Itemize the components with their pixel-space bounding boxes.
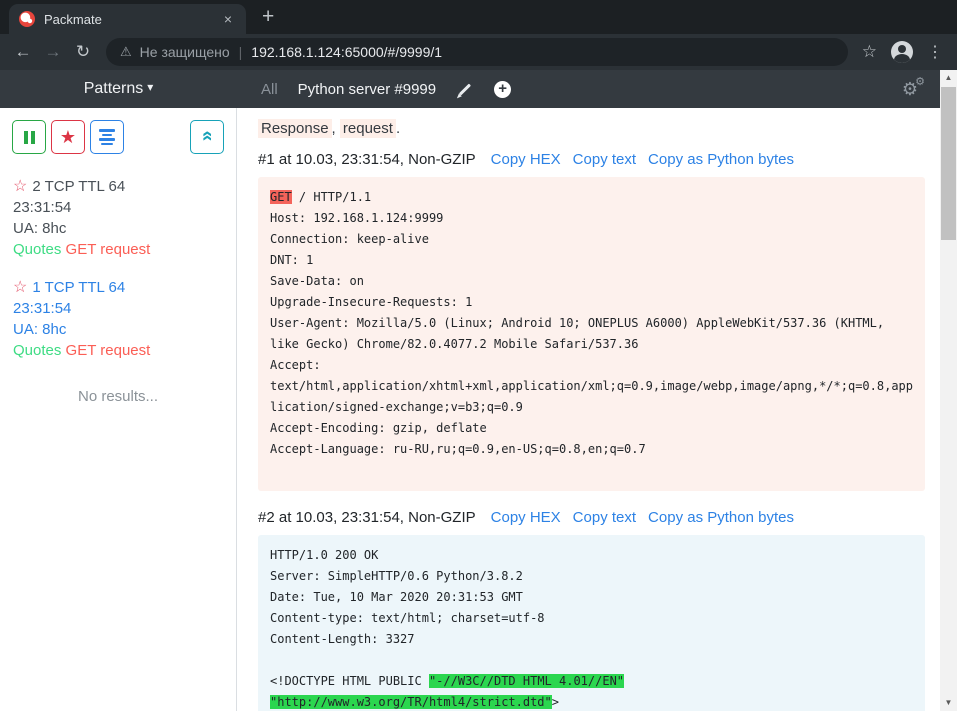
tab-title: Packmate: [44, 12, 220, 27]
packet-list: ☆ 2 TCP TTL 64 23:31:54 UA: 8hc Quotes GE…: [0, 176, 236, 407]
match-label-green: Quotes: [13, 342, 61, 359]
forward-icon: →: [38, 42, 68, 62]
patterns-dropdown[interactable]: Patterns ▾: [0, 80, 237, 98]
copy-python-bytes-link[interactable]: Copy as Python bytes: [648, 151, 794, 168]
sidebar-toolbar: ★ »: [0, 120, 236, 154]
match-label-red: GET request: [66, 342, 151, 359]
packet-list-item[interactable]: ☆ 2 TCP TTL 64 23:31:54 UA: 8hc Quotes GE…: [13, 176, 223, 260]
collapse-sidebar-button[interactable]: »: [190, 120, 224, 154]
copy-text-link[interactable]: Copy text: [573, 509, 636, 526]
match-label-red: GET request: [66, 241, 151, 258]
app-header: Patterns ▾ All Python server #9999 + ⚙⚙: [0, 70, 940, 108]
response-payload[interactable]: HTTP/1.0 200 OKServer: SimpleHTTP/0.6 Py…: [258, 535, 925, 711]
match-label-green: Quotes: [13, 241, 61, 258]
url-box[interactable]: ⚠ Не защищено | 192.168.1.124:65000/#/99…: [106, 38, 848, 66]
back-icon[interactable]: ←: [8, 42, 38, 62]
copy-python-bytes-link[interactable]: Copy as Python bytes: [648, 509, 794, 526]
tab-all[interactable]: All: [261, 81, 278, 98]
chevron-down-icon: ▾: [147, 80, 153, 98]
browser-tab[interactable]: Packmate ×: [9, 4, 246, 34]
settings-gears-icon[interactable]: ⚙⚙: [902, 79, 918, 100]
copy-text-link[interactable]: Copy text: [573, 151, 636, 168]
packet-time: 23:31:54: [13, 197, 223, 218]
list-view-button[interactable]: [90, 120, 124, 154]
packet-list-item[interactable]: ☆ 1 TCP TTL 64 23:31:54 UA: 8hc Quotes GE…: [13, 277, 223, 361]
matched-patterns-line: Response, request.: [258, 120, 925, 137]
edit-pencil-icon[interactable]: [459, 83, 471, 95]
star-outline-icon[interactable]: ☆: [13, 279, 27, 296]
packet-ua: UA: 8hc: [13, 218, 223, 239]
browser-menu-icon[interactable]: ⋮: [927, 42, 943, 62]
packet-time: 23:31:54: [13, 298, 223, 319]
packet-ua: UA: 8hc: [13, 319, 223, 340]
not-secure-warning-icon[interactable]: ⚠: [120, 44, 132, 60]
app-body: ★ » ☆ 2 TCP TTL 64 23:31:54 UA: 8hc Quote…: [0, 108, 940, 711]
reload-icon[interactable]: ↻: [68, 42, 98, 62]
page-scrollbar[interactable]: ▲ ▼: [940, 70, 957, 711]
tab-current-pattern[interactable]: Python server #9999: [298, 81, 436, 98]
packet-meta: #1 at 10.03, 23:31:54, Non-GZIP: [258, 151, 476, 168]
star-icon: ★: [60, 127, 76, 148]
close-tab-icon[interactable]: ×: [220, 11, 236, 27]
url-separator: |: [239, 44, 243, 60]
packet-meta: #2 at 10.03, 23:31:54, Non-GZIP: [258, 509, 476, 526]
copy-hex-link[interactable]: Copy HEX: [491, 151, 561, 168]
packet-block-response: #2 at 10.03, 23:31:54, Non-GZIP Copy HEX C…: [258, 509, 925, 711]
url-text[interactable]: 192.168.1.124:65000/#/9999/1: [251, 44, 442, 60]
bookmark-star-icon[interactable]: ☆: [862, 42, 877, 62]
copy-hex-link[interactable]: Copy HEX: [491, 509, 561, 526]
favorites-filter-button[interactable]: ★: [51, 120, 85, 154]
scrollbar-thumb[interactable]: [941, 87, 956, 240]
packmate-favicon-icon: [19, 11, 35, 27]
chevrons-up-icon: »: [196, 131, 218, 142]
packet-title: 2 TCP TTL 64: [32, 178, 125, 195]
request-payload[interactable]: GET / HTTP/1.1Host: 192.168.1.124:9999Co…: [258, 177, 925, 491]
add-pattern-icon[interactable]: +: [494, 81, 511, 98]
patterns-label: Patterns: [84, 80, 144, 98]
page-viewport: Patterns ▾ All Python server #9999 + ⚙⚙ …: [0, 70, 957, 711]
sidebar: ★ » ☆ 2 TCP TTL 64 23:31:54 UA: 8hc Quote…: [0, 108, 237, 711]
packet-header: #1 at 10.03, 23:31:54, Non-GZIP Copy HEX C…: [258, 151, 925, 168]
pause-capture-button[interactable]: [12, 120, 46, 154]
address-bar: ← → ↻ ⚠ Не защищено | 192.168.1.124:6500…: [0, 34, 957, 70]
scroll-down-icon[interactable]: ▼: [940, 695, 957, 711]
no-results-label: No results...: [13, 386, 223, 407]
packet-block-request: #1 at 10.03, 23:31:54, Non-GZIP Copy HEX C…: [258, 151, 925, 491]
star-outline-icon[interactable]: ☆: [13, 178, 27, 195]
browser-tab-strip: Packmate × +: [0, 0, 957, 34]
stream-content: Response, request. #1 at 10.03, 23:31:54…: [237, 108, 940, 711]
not-secure-label[interactable]: Не защищено: [140, 44, 230, 60]
packet-title: 1 TCP TTL 64: [32, 279, 125, 296]
browser-window: Packmate × + ← → ↻ ⚠ Не защищено | 192.1…: [0, 0, 957, 711]
new-tab-button[interactable]: +: [262, 5, 274, 29]
packet-header: #2 at 10.03, 23:31:54, Non-GZIP Copy HEX C…: [258, 509, 925, 526]
profile-avatar-icon[interactable]: [891, 41, 913, 63]
scroll-up-icon[interactable]: ▲: [940, 70, 957, 86]
